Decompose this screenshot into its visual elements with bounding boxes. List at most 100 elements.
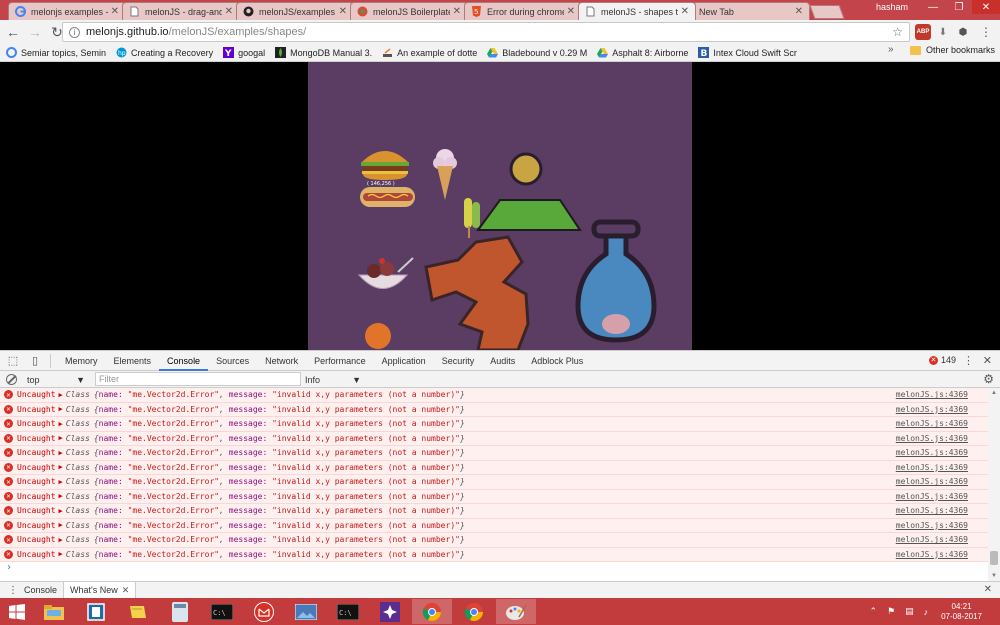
chrome-app-icon[interactable] bbox=[454, 599, 494, 624]
error-source-link[interactable]: melonJS.js:4369 bbox=[896, 434, 968, 443]
console-error-row[interactable]: ✕ Uncaught ▶ Class {name: "me.Vector2d.Error… bbox=[0, 417, 988, 432]
other-bookmarks-folder[interactable]: Other bookmarks bbox=[910, 45, 995, 55]
error-source-link[interactable]: melonJS.js:4369 bbox=[896, 390, 968, 399]
visual-studio-icon[interactable] bbox=[370, 599, 410, 624]
bookmark-mongodb-manual[interactable]: MongoDB Manual 3. bbox=[275, 45, 372, 61]
devtools-menu-icon[interactable]: ⋮ bbox=[963, 354, 974, 367]
windows-start-icon[interactable] bbox=[0, 598, 34, 625]
calculator-icon[interactable] bbox=[160, 599, 200, 624]
tab-security[interactable]: Security bbox=[434, 351, 483, 371]
potion-bottle-sprite[interactable] bbox=[575, 219, 657, 343]
tab-close-icon[interactable]: ✕ bbox=[567, 6, 575, 17]
clear-console-icon[interactable] bbox=[6, 373, 17, 385]
command-prompt-icon[interactable]: C:\ bbox=[328, 599, 368, 624]
drawer-tab-whats-new[interactable]: What's New ✕ bbox=[63, 581, 137, 599]
console-prompt[interactable]: › bbox=[0, 562, 988, 575]
expand-triangle-icon[interactable]: ▶ bbox=[59, 478, 63, 486]
window-close-icon[interactable]: ✕ bbox=[972, 0, 1000, 14]
back-arrow-icon[interactable]: ← bbox=[4, 23, 22, 41]
error-source-link[interactable]: melonJS.js:4369 bbox=[896, 448, 968, 457]
error-source-link[interactable]: melonJS.js:4369 bbox=[896, 535, 968, 544]
tab-melonjs-examples-github[interactable]: melonJS/examples a ✕ bbox=[236, 2, 354, 20]
console-settings-gear-icon[interactable]: ⚙ bbox=[983, 372, 994, 386]
expand-triangle-icon[interactable]: ▶ bbox=[59, 391, 63, 399]
bookmark-dotted-example[interactable]: An example of dotte bbox=[382, 45, 477, 61]
device-toolbar-icon[interactable]: ▯ bbox=[26, 352, 44, 370]
maximize-icon[interactable]: ❐ bbox=[946, 0, 972, 14]
error-source-link[interactable]: melonJS.js:4369 bbox=[896, 506, 968, 515]
bookmark-creating-recovery[interactable]: hp Creating a Recovery bbox=[116, 45, 213, 61]
expand-triangle-icon[interactable]: ▶ bbox=[59, 420, 63, 428]
forward-arrow-icon[interactable]: → bbox=[26, 23, 44, 41]
volume-icon[interactable]: ♪ bbox=[924, 607, 929, 617]
scroll-down-arrow-icon[interactable]: ▼ bbox=[991, 573, 997, 579]
console-error-row[interactable]: ✕ Uncaught ▶ Class {name: "me.Vector2d.Error… bbox=[0, 518, 988, 533]
expand-triangle-icon[interactable]: ▶ bbox=[59, 463, 63, 471]
circle-shape[interactable] bbox=[509, 152, 543, 186]
error-source-link[interactable]: melonJS.js:4369 bbox=[896, 521, 968, 530]
bookmark-intex-cloud[interactable]: B Intex Cloud Swift Scr bbox=[698, 45, 797, 61]
filter-input[interactable]: Filter bbox=[95, 372, 301, 386]
mail-app-icon[interactable] bbox=[244, 599, 284, 624]
sundae-sprite[interactable] bbox=[357, 257, 414, 289]
console-error-row[interactable]: ✕ Uncaught ▶ Class {name: "me.Vector2d.Error… bbox=[0, 489, 988, 504]
trapezoid-shape[interactable] bbox=[476, 199, 582, 231]
file-explorer-icon[interactable] bbox=[34, 599, 74, 624]
download-icon[interactable]: ⬇ bbox=[935, 24, 951, 40]
tab-memory[interactable]: Memory bbox=[57, 351, 106, 371]
error-source-link[interactable]: melonJS.js:4369 bbox=[896, 405, 968, 414]
tab-audits[interactable]: Audits bbox=[482, 351, 523, 371]
paint-app-icon[interactable] bbox=[496, 599, 536, 624]
devtools-close-icon[interactable]: ✕ bbox=[983, 354, 992, 367]
tab-melonjs-drag-and-drop[interactable]: melonJS - drag-and- ✕ bbox=[122, 2, 240, 20]
expand-triangle-icon[interactable]: ▶ bbox=[59, 434, 63, 442]
adblock-plus-icon[interactable]: ABP bbox=[915, 24, 931, 40]
tab-melonjs-boilerplate[interactable]: melonJS Boilerplate ✕ bbox=[350, 2, 468, 20]
tab-close-icon[interactable]: ✕ bbox=[453, 6, 461, 17]
drawer-menu-icon[interactable]: ⋮ bbox=[8, 585, 18, 596]
console-error-row[interactable]: ✕ Uncaught ▶ Class {name: "me.Vector2d.Error… bbox=[0, 431, 988, 446]
console-error-row[interactable]: ✕ Uncaught ▶ Class {name: "me.Vector2d.Error… bbox=[0, 547, 988, 562]
scroll-up-arrow-icon[interactable]: ▲ bbox=[991, 390, 997, 396]
tab-elements[interactable]: Elements bbox=[106, 351, 160, 371]
error-count-badge[interactable]: ✕ 149 bbox=[928, 355, 956, 365]
tab-error-during-chrome[interactable]: 5 Error during chrome ✕ bbox=[464, 2, 582, 20]
tab-sources[interactable]: Sources bbox=[208, 351, 257, 371]
bookmark-star-icon[interactable]: ☆ bbox=[892, 25, 903, 39]
console-error-row[interactable]: ✕ Uncaught ▶ Class {name: "me.Vector2d.Error… bbox=[0, 402, 988, 417]
chrome-menu-icon[interactable]: ⋮ bbox=[978, 24, 994, 40]
error-source-link[interactable]: melonJS.js:4369 bbox=[896, 550, 968, 559]
extension-icon[interactable]: ⬢ bbox=[955, 24, 971, 40]
hotdog-sprite[interactable] bbox=[360, 187, 415, 207]
bookmark-googal[interactable]: Y googal bbox=[223, 45, 265, 61]
expand-triangle-icon[interactable]: ▶ bbox=[59, 405, 63, 413]
command-prompt-icon[interactable]: C:\ bbox=[202, 599, 242, 624]
tab-close-icon[interactable]: ✕ bbox=[339, 6, 347, 17]
minimize-icon[interactable]: — bbox=[920, 0, 946, 14]
tab-close-icon[interactable]: ✕ bbox=[111, 6, 119, 17]
expand-triangle-icon[interactable]: ▶ bbox=[59, 449, 63, 457]
tab-console[interactable]: Console bbox=[159, 351, 209, 371]
expand-triangle-icon[interactable]: ▶ bbox=[59, 521, 63, 529]
new-tab-button[interactable] bbox=[809, 5, 845, 19]
drawer-tab-console[interactable]: Console bbox=[18, 582, 63, 599]
context-select[interactable]: top ▼ bbox=[27, 373, 85, 386]
bookmark-asphalt-8[interactable]: Asphalt 8: Airborne bbox=[597, 45, 688, 61]
tab-close-icon[interactable]: ✕ bbox=[681, 6, 689, 17]
error-source-link[interactable]: melonJS.js:4369 bbox=[896, 477, 968, 486]
address-bar[interactable]: i melonjs.github.io /melonJS/examples/sh… bbox=[62, 22, 910, 42]
ice-cream-sprite[interactable] bbox=[433, 149, 457, 200]
log-level-select[interactable]: Info ▼ bbox=[305, 373, 361, 386]
bookmark-seminar-topics[interactable]: Semiar topics, Semin bbox=[6, 45, 106, 61]
console-error-row[interactable]: ✕ Uncaught ▶ Class {name: "me.Vector2d.Error… bbox=[0, 446, 988, 461]
scrollbar-thumb[interactable] bbox=[990, 551, 998, 565]
error-source-link[interactable]: melonJS.js:4369 bbox=[896, 463, 968, 472]
inspect-element-icon[interactable]: ⬚ bbox=[4, 352, 22, 370]
expand-triangle-icon[interactable]: ▶ bbox=[59, 550, 63, 558]
console-error-row[interactable]: ✕ Uncaught ▶ Class {name: "me.Vector2d.Error… bbox=[0, 504, 988, 519]
tab-performance[interactable]: Performance bbox=[306, 351, 374, 371]
console-error-row[interactable]: ✕ Uncaught ▶ Class {name: "me.Vector2d.Error… bbox=[0, 475, 988, 490]
store-app-icon[interactable] bbox=[76, 599, 116, 624]
expand-triangle-icon[interactable]: ▶ bbox=[59, 507, 63, 515]
network-icon[interactable]: ▤ bbox=[905, 606, 914, 617]
